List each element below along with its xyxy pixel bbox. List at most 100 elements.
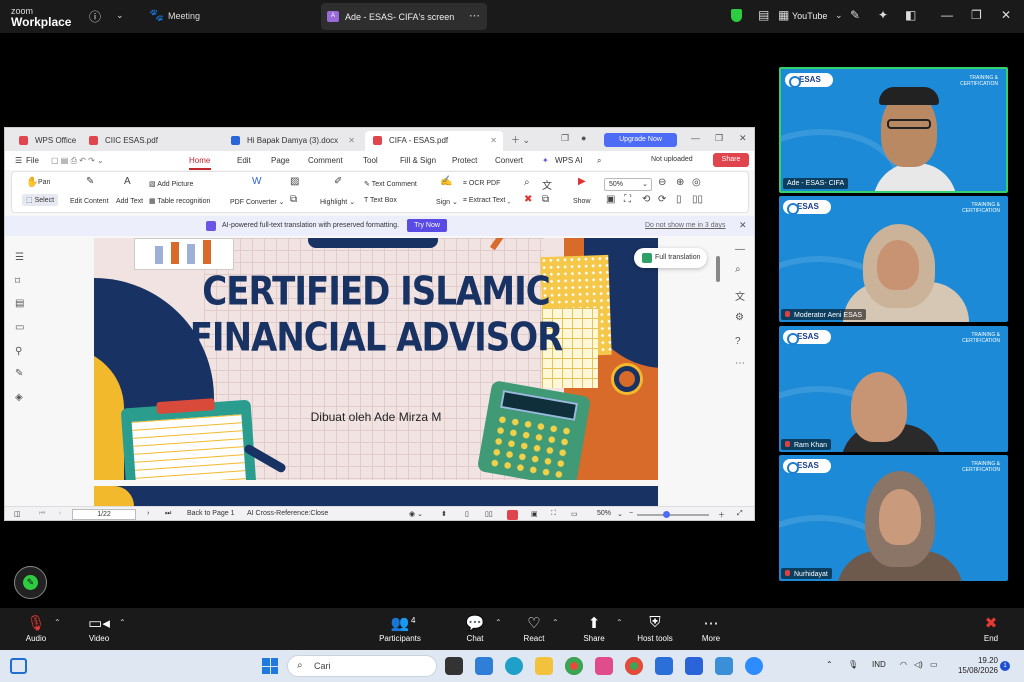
text-comment-button[interactable]: ✎ Text Comment [364,180,417,188]
zoom-in-icon[interactable]: ⊕ [676,177,684,188]
video-button[interactable]: ▭◂ Video ⌃ [69,608,129,650]
slideshow-icon[interactable]: ▶ [578,176,586,187]
sparkle-icon[interactable]: ✦ [878,8,888,22]
close-icon[interactable]: ✕ [1001,8,1011,22]
audio-button[interactable]: 🎙 Audio ⌃ [6,608,66,650]
reading-mode-icon[interactable]: ⬍ [441,510,447,518]
ai-cross-reference-toggle[interactable]: AI Cross-Reference:Close [247,510,328,517]
chevron-up-icon[interactable]: ⌃ [495,618,502,627]
taskbar-search[interactable]: ⌕ Cari [287,655,437,677]
participants-button[interactable]: 👥 4 Participants [370,608,430,650]
compare-icon[interactable]: ⧉ [542,194,549,205]
video-tile-nurhidayat[interactable]: ESAS TRAINING & CERTIFICATION Nurhidayat [779,455,1008,581]
hamburger-icon[interactable]: ☰ [15,156,22,165]
share-button[interactable]: Share [713,153,749,167]
chevron-down-icon[interactable]: ⌄ [835,10,843,21]
full-translation-button[interactable]: Full translation [634,248,707,268]
menu-protect[interactable]: Protect [452,156,477,165]
zoom-minus-icon[interactable]: − [629,510,633,517]
menu-home[interactable]: Home [189,156,210,165]
rotate-left-icon[interactable]: ⟲ [642,194,650,205]
fit-page-icon[interactable]: ▣ [606,194,615,205]
not-uploaded-status[interactable]: Not uploaded [651,156,693,163]
sidebar-toggle-icon[interactable]: ◫ [14,510,21,518]
pdf-converter-button[interactable]: PDF Converter ⌄ [230,198,285,206]
restore-icon[interactable]: ❐ [971,8,982,22]
restore-icon[interactable]: ❐ [715,133,723,144]
security-shield-icon[interactable] [731,9,742,22]
photos-icon[interactable] [715,657,733,675]
menu-convert[interactable]: Convert [495,156,523,165]
settings-sliders-icon[interactable]: ⚙ [735,312,744,323]
microphone-icon[interactable]: 🎙 [848,660,858,669]
text-box-button[interactable]: T Text Box [364,197,397,204]
minimize-icon[interactable]: — [941,8,953,22]
share-screen-button[interactable]: ⬆ Share ⌃ [564,608,624,650]
annotate-button[interactable]: ✎ [14,566,47,599]
apps-icon[interactable]: ▦ [778,8,789,22]
notification-badge[interactable]: 1 [1000,661,1010,671]
add-picture-button[interactable]: ▧ Add Picture [149,180,193,188]
zoom-out-icon[interactable]: ⊖ [658,177,666,188]
layers-icon[interactable]: ◈ [15,392,23,403]
new-tab-icon[interactable]: ＋ ⌄ [511,133,530,146]
copy-format-icon[interactable]: ⧉ [290,194,297,205]
battery-icon[interactable]: ▭ [930,660,938,669]
word-icon[interactable] [685,657,703,675]
attachment-icon[interactable]: ⚲ [15,346,22,357]
view-layout-icon[interactable]: ◧ [905,8,916,22]
highlight-button[interactable]: Highlight ⌄ [320,198,355,206]
wifi-icon[interactable]: ◠ [900,660,907,669]
last-page-icon[interactable]: ⏭ [165,510,171,518]
zoom-select[interactable]: 50% ⌄ [604,178,652,191]
prev-page-icon[interactable]: ‹ [59,510,61,517]
tab-docx[interactable]: Hi Bapak Damya (3).docx ✕ [223,131,361,151]
double-page-icon[interactable]: ▯▯ [692,194,703,205]
edge-icon[interactable] [505,657,523,675]
menu-page[interactable]: Page [271,156,290,165]
zoom-down-icon[interactable]: ⌄ [617,510,623,518]
chevron-up-icon[interactable]: ⌃ [616,618,623,627]
quick-access-icons[interactable]: ▢ ▤ ⎙ ↶ ↷ ⌄ [51,156,104,166]
close-icon[interactable]: ✕ [739,133,747,144]
host-tools-button[interactable]: ⛨ Host tools [625,608,685,650]
end-meeting-button[interactable]: ✖ End [961,608,1021,650]
ocr-pdf-button[interactable]: ⌗ OCR PDF [463,180,500,188]
sign-icon[interactable]: ✍ [440,176,452,187]
menu-fill-sign[interactable]: Fill & Sign [400,156,436,165]
eye-care-icon[interactable]: ◎ [692,177,701,188]
info-icon[interactable]: ⓘ [89,8,101,25]
signature-icon[interactable]: ✎ [15,368,23,379]
first-page-icon[interactable]: ⏮ [39,510,45,518]
window-list-icon[interactable]: ❐ [561,133,569,144]
translate-icon[interactable]: 文 [542,177,552,192]
zoom-slider-handle[interactable] [663,511,670,518]
add-text-button[interactable]: Add Text [116,198,143,205]
play-icon[interactable] [507,510,518,520]
close-tab-icon[interactable]: ✕ [348,136,355,145]
translate-icon[interactable]: 文 [735,288,745,303]
more-icon[interactable]: ⋯ [735,358,745,369]
sign-button[interactable]: Sign ⌄ [436,198,458,206]
dont-show-link[interactable]: Do not show me in 3 days [645,222,726,229]
page-number-input[interactable]: 1/22 [72,509,136,520]
minimize-icon[interactable]: — [691,133,700,143]
select-tool[interactable]: ⬚ Select [22,194,59,206]
youtube-app-label[interactable]: YouTube [792,11,827,21]
search-icon[interactable]: ⌕ [597,156,601,166]
show-button[interactable]: Show [573,198,591,205]
double-page-view-icon[interactable]: ▯▯ [485,510,493,518]
edit-content-button[interactable]: Edit Content [70,198,109,205]
hand-icon[interactable]: ✋ [26,177,38,188]
chrome-profile-icon[interactable] [625,657,643,675]
language-indicator[interactable]: IND [872,660,886,669]
rotate-icon[interactable]: ▭ [571,510,578,518]
widgets-icon[interactable] [10,658,27,674]
screen-share-tab[interactable]: A Ade - ESAS- CIFA's screen ⋯ [321,3,487,30]
wand-icon[interactable]: ✎ [850,8,860,22]
search-icon[interactable]: ⌕ [735,264,741,275]
file-explorer-icon[interactable] [535,657,553,675]
video-tile-ram[interactable]: ESAS TRAINING & CERTIFICATION Ram Khan [779,326,1008,452]
tab-wps-office[interactable]: WPS Office [11,131,77,151]
help-icon[interactable]: ? [735,336,741,347]
